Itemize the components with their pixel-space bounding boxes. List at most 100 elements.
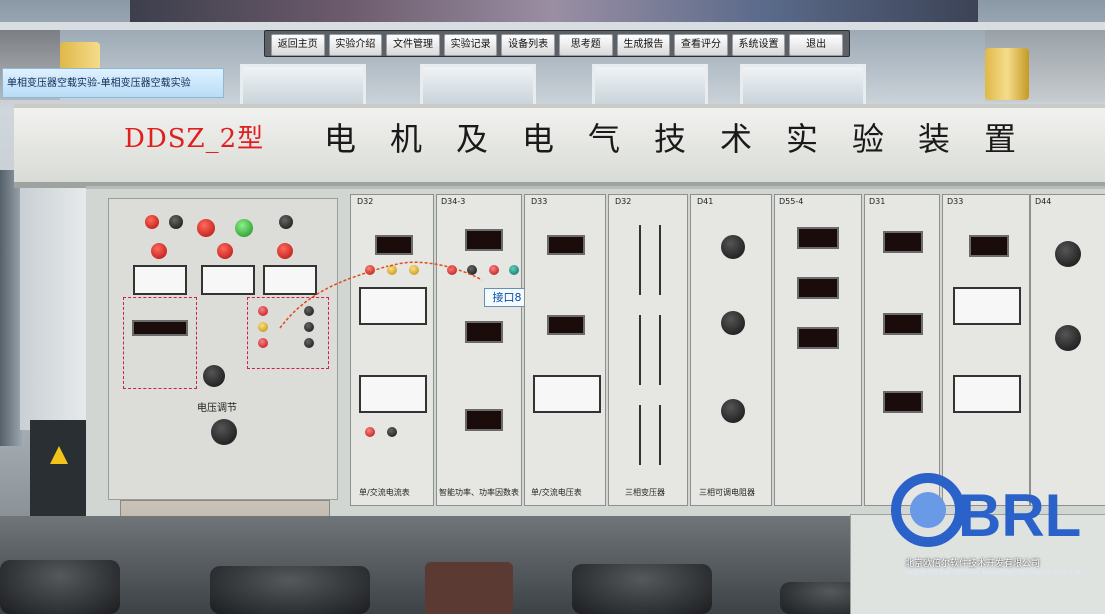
- experiment-intro-button[interactable]: 实验介绍: [328, 34, 383, 56]
- module-caption-ammeter: 单/交流电流表: [359, 488, 410, 497]
- transformer-winding-1: [639, 225, 661, 295]
- motor-3: [425, 562, 513, 614]
- resistor-knob-3[interactable]: [721, 399, 745, 423]
- file-management-button[interactable]: 文件管理: [386, 34, 440, 56]
- resistor-knob-2[interactable]: [721, 311, 745, 335]
- module-label-transformer: D32: [615, 197, 632, 206]
- display-d55-2: [797, 277, 839, 299]
- jack-a4[interactable]: [365, 427, 375, 437]
- module-caption-transformer: 三相变压器: [625, 488, 665, 497]
- left-rack: [0, 170, 22, 446]
- power-control-panel: 电压调节: [108, 198, 338, 500]
- module-d33-voltmeter: D33 单/交流电压表: [524, 194, 606, 506]
- phase-light-c: [277, 243, 293, 259]
- module-caption-power: 智能功率、功率因数表: [439, 488, 519, 497]
- terminal-v[interactable]: [258, 322, 268, 332]
- start-button[interactable]: [235, 219, 253, 237]
- module-d34-power-meter: D34-3 智能功率、功率因数表: [436, 194, 522, 506]
- module-label-d44: D44: [1035, 197, 1052, 206]
- transformer-winding-2: [639, 315, 661, 385]
- module-d32-ammeter: D32 单/交流电流表: [350, 194, 434, 506]
- voltmeter-b: [201, 265, 255, 295]
- resistor-knob-1[interactable]: [721, 235, 745, 259]
- module-d44: D44: [1030, 194, 1105, 506]
- module-label-d31: D31: [869, 197, 886, 206]
- company-name-en: Beijing Oubeier Software Technology Deve…: [905, 569, 1083, 576]
- terminal-w[interactable]: [258, 338, 268, 348]
- view-score-button[interactable]: 查看评分: [674, 34, 728, 56]
- module-d31: D31: [864, 194, 940, 506]
- d44-knob-2[interactable]: [1055, 325, 1081, 351]
- electrical-box: [30, 420, 86, 516]
- module-caption-voltmeter: 单/交流电压表: [531, 488, 582, 497]
- transformer-winding-3: [639, 405, 661, 465]
- experiment-title-label: 单相变压器空载实验-单相变压器空载实验: [2, 68, 224, 98]
- system-settings-button[interactable]: 系统设置: [731, 34, 786, 56]
- home-button[interactable]: 返回主页: [271, 34, 325, 56]
- questions-button[interactable]: 思考题: [558, 34, 613, 56]
- timer-display: [132, 320, 188, 336]
- timer-block: [123, 297, 197, 389]
- stop-button[interactable]: [197, 219, 215, 237]
- key-switch[interactable]: [169, 215, 183, 229]
- main-toolbar: 返回主页 实验介绍 文件管理 实验记录 设备列表 思考题 生成报告 查看评分 系…: [264, 30, 850, 57]
- module-d33-right: D33: [942, 194, 1030, 506]
- module-label-d55: D55-4: [779, 197, 804, 206]
- left-cabinet: [20, 180, 86, 430]
- terminal-u[interactable]: [258, 306, 268, 316]
- current-display-2: [465, 409, 503, 431]
- voltage-adjust-knob[interactable]: [211, 419, 237, 445]
- module-d55-4: D55-4: [774, 194, 862, 506]
- company-name-cn: 北京欧倍尔软件技术开发有限公司: [905, 559, 1041, 569]
- range-knob[interactable]: [203, 365, 225, 387]
- experiment-record-button[interactable]: 实验记录: [443, 34, 498, 56]
- warning-icon: [50, 446, 68, 464]
- ceiling-beam: [0, 22, 1105, 30]
- indicator-light-red: [145, 215, 159, 229]
- display-d31-1: [883, 231, 923, 253]
- power-display: [465, 229, 503, 251]
- motor-4: [572, 564, 712, 614]
- current-display-1: [375, 235, 413, 255]
- exit-button[interactable]: 退出: [789, 34, 843, 56]
- jack-p4[interactable]: [509, 265, 519, 275]
- module-label-d41: D41: [697, 197, 714, 206]
- module-d41-resistor: D41 三相可调电阻器: [690, 194, 772, 506]
- module-label-d33: D33: [531, 197, 548, 206]
- title-board: DDSZ_2型 电机及电气技术实验装置: [14, 104, 1105, 188]
- ammeter-2: [359, 375, 427, 413]
- svg-text:BRL: BRL: [958, 482, 1081, 549]
- voltage-display-2: [547, 315, 585, 335]
- voltmeter-right-2: [953, 375, 1021, 413]
- voltage-adjust-label: 电压调节: [197, 403, 237, 414]
- phase-light-a: [151, 243, 167, 259]
- module-caption-resistor: 三相可调电阻器: [699, 488, 755, 497]
- display-d31-3: [883, 391, 923, 413]
- jack-a5[interactable]: [387, 427, 397, 437]
- display-d55-1: [797, 227, 839, 249]
- selector-switch[interactable]: [279, 215, 293, 229]
- display-d33r: [969, 235, 1009, 257]
- lab-scene: 返回主页 实验介绍 文件管理 实验记录 设备列表 思考题 生成报告 查看评分 系…: [0, 0, 1105, 614]
- module-label-d32: D32: [357, 197, 374, 206]
- display-d31-2: [883, 313, 923, 335]
- model-name: DDSZ_2型: [124, 124, 265, 154]
- display-d55-3: [797, 327, 839, 349]
- phase-light-b: [217, 243, 233, 259]
- device-title: 电机及电气技术实验装置: [324, 120, 1051, 158]
- voltmeter-panel: [533, 375, 601, 413]
- d44-knob-1[interactable]: [1055, 241, 1081, 267]
- connection-wires: [279, 261, 483, 329]
- module-label-d34: D34-3: [441, 197, 466, 206]
- motor-2: [210, 566, 370, 614]
- yellow-lamp-right: [985, 48, 1029, 100]
- motor-1: [0, 560, 120, 614]
- generate-report-button[interactable]: 生成报告: [616, 34, 671, 56]
- module-transformer: D32 三相变压器: [608, 194, 688, 506]
- voltage-display-1: [547, 235, 585, 255]
- device-list-button[interactable]: 设备列表: [501, 34, 555, 56]
- module-label-d33-right: D33: [947, 197, 964, 206]
- voltmeter-right-1: [953, 287, 1021, 325]
- voltmeter-a: [133, 265, 187, 295]
- ceiling-banner: [130, 0, 978, 22]
